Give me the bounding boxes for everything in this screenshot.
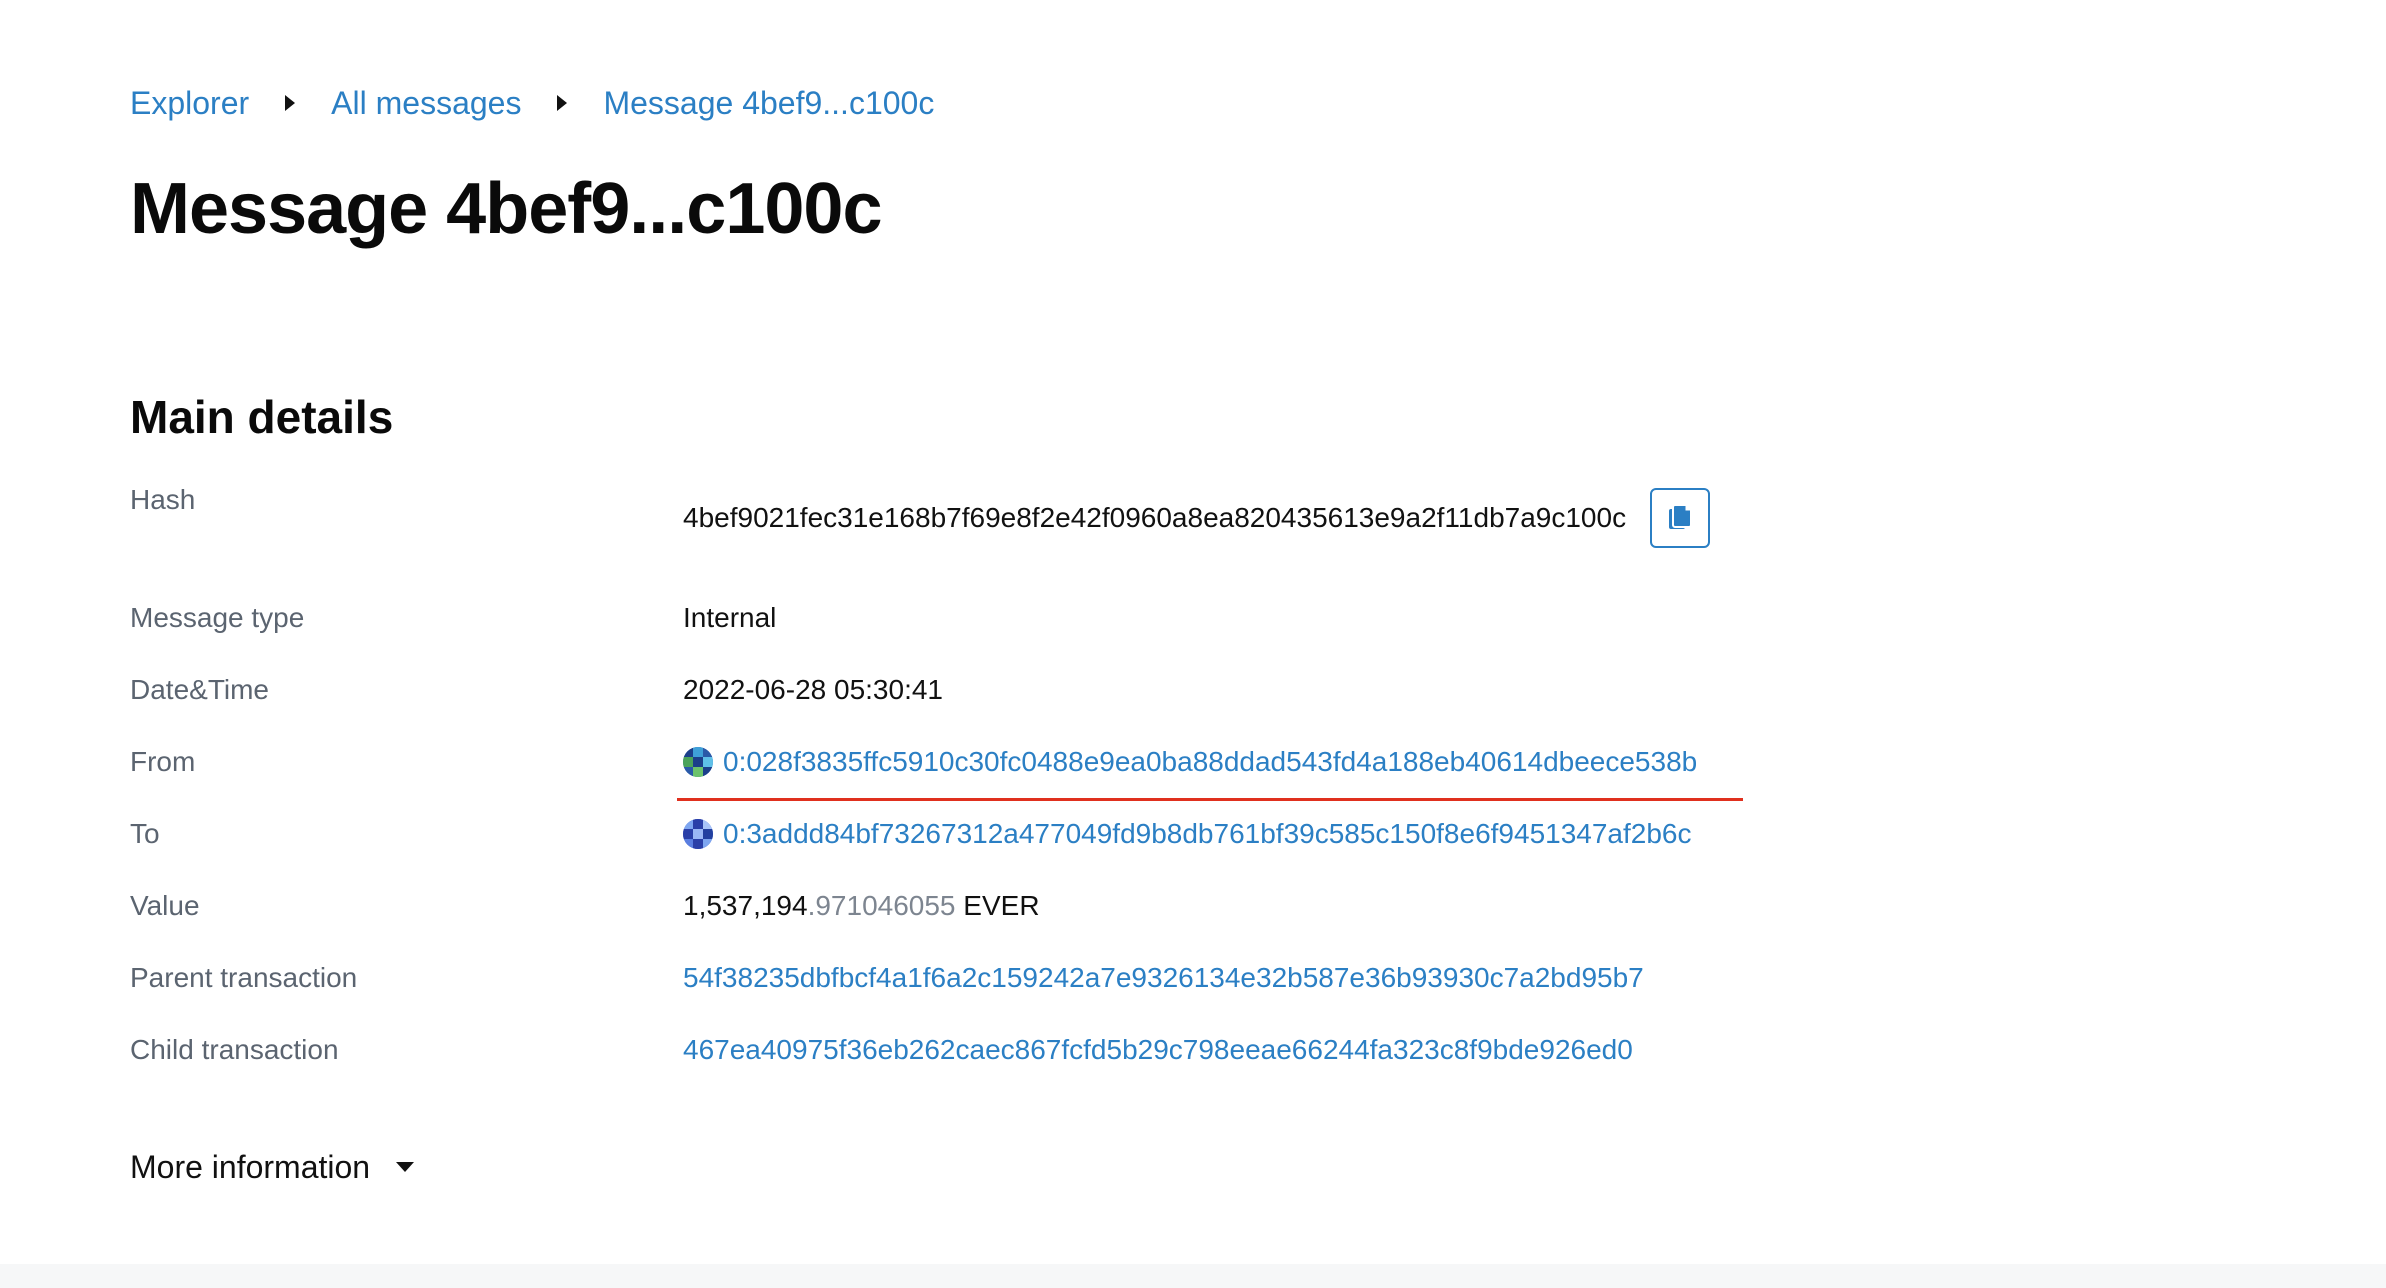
footer-strip <box>0 1264 2386 1288</box>
hash-value-wrap: 4bef9021fec31e168b7f69e8f2e42f0960a8ea82… <box>683 488 1711 548</box>
hash-value: 4bef9021fec31e168b7f69e8f2e42f0960a8ea82… <box>683 502 1627 533</box>
datetime-label: Date&Time <box>130 674 270 705</box>
value-integer: 1,537,194 <box>683 890 808 921</box>
value-label: Value <box>130 890 200 921</box>
breadcrumb: Explorer All messages Message 4bef9...c1… <box>130 80 934 126</box>
page-title: Message 4bef9...c100c <box>130 169 882 249</box>
more-information-label: More information <box>130 1148 371 1185</box>
breadcrumb-explorer[interactable]: Explorer <box>130 85 249 122</box>
child-transaction-link[interactable]: 467ea40975f36eb262caec867fcfd5b29c798eea… <box>683 1034 1633 1066</box>
datetime-value: 2022-06-28 05:30:41 <box>683 674 943 705</box>
breadcrumb-current-message[interactable]: Message 4bef9...c100c <box>603 85 934 122</box>
parent-transaction-label: Parent transaction <box>130 962 358 993</box>
to-avatar-icon <box>683 819 713 849</box>
value-unit: EVER <box>963 890 1040 921</box>
breadcrumb-all-messages[interactable]: All messages <box>331 85 521 122</box>
parent-transaction-link[interactable]: 54f38235dbfbcf4a1f6a2c159242a7e9326134e3… <box>683 962 1644 994</box>
chevron-right-icon <box>285 95 296 111</box>
message-type-value: Internal <box>683 602 777 633</box>
hash-label: Hash <box>130 484 196 515</box>
copy-icon <box>1669 504 1693 529</box>
copy-hash-button[interactable] <box>1650 488 1711 548</box>
section-title-main-details: Main details <box>130 391 394 443</box>
highlight-underline <box>677 798 1743 801</box>
chevron-down-icon <box>396 1162 415 1172</box>
from-label: From <box>130 746 196 777</box>
message-type-label: Message type <box>130 602 305 633</box>
value-amount: 1,537,194.971046055 EVER <box>683 890 1040 922</box>
chevron-right-icon <box>557 95 568 111</box>
from-avatar-icon <box>683 747 713 777</box>
value-fraction: .971046055 <box>807 890 956 921</box>
to-value-wrap: 0:3addd84bf73267312a477049fd9b8db761bf39… <box>683 818 1692 850</box>
from-address-link[interactable]: 0:028f3835ffc5910c30fc0488e9ea0ba88ddad5… <box>723 746 1697 778</box>
to-address-link[interactable]: 0:3addd84bf73267312a477049fd9b8db761bf39… <box>723 818 1692 850</box>
child-transaction-label: Child transaction <box>130 1034 339 1065</box>
from-value-wrap: 0:028f3835ffc5910c30fc0488e9ea0ba88ddad5… <box>683 746 1697 778</box>
to-label: To <box>130 818 160 849</box>
more-information-toggle[interactable]: More information <box>130 1143 415 1191</box>
